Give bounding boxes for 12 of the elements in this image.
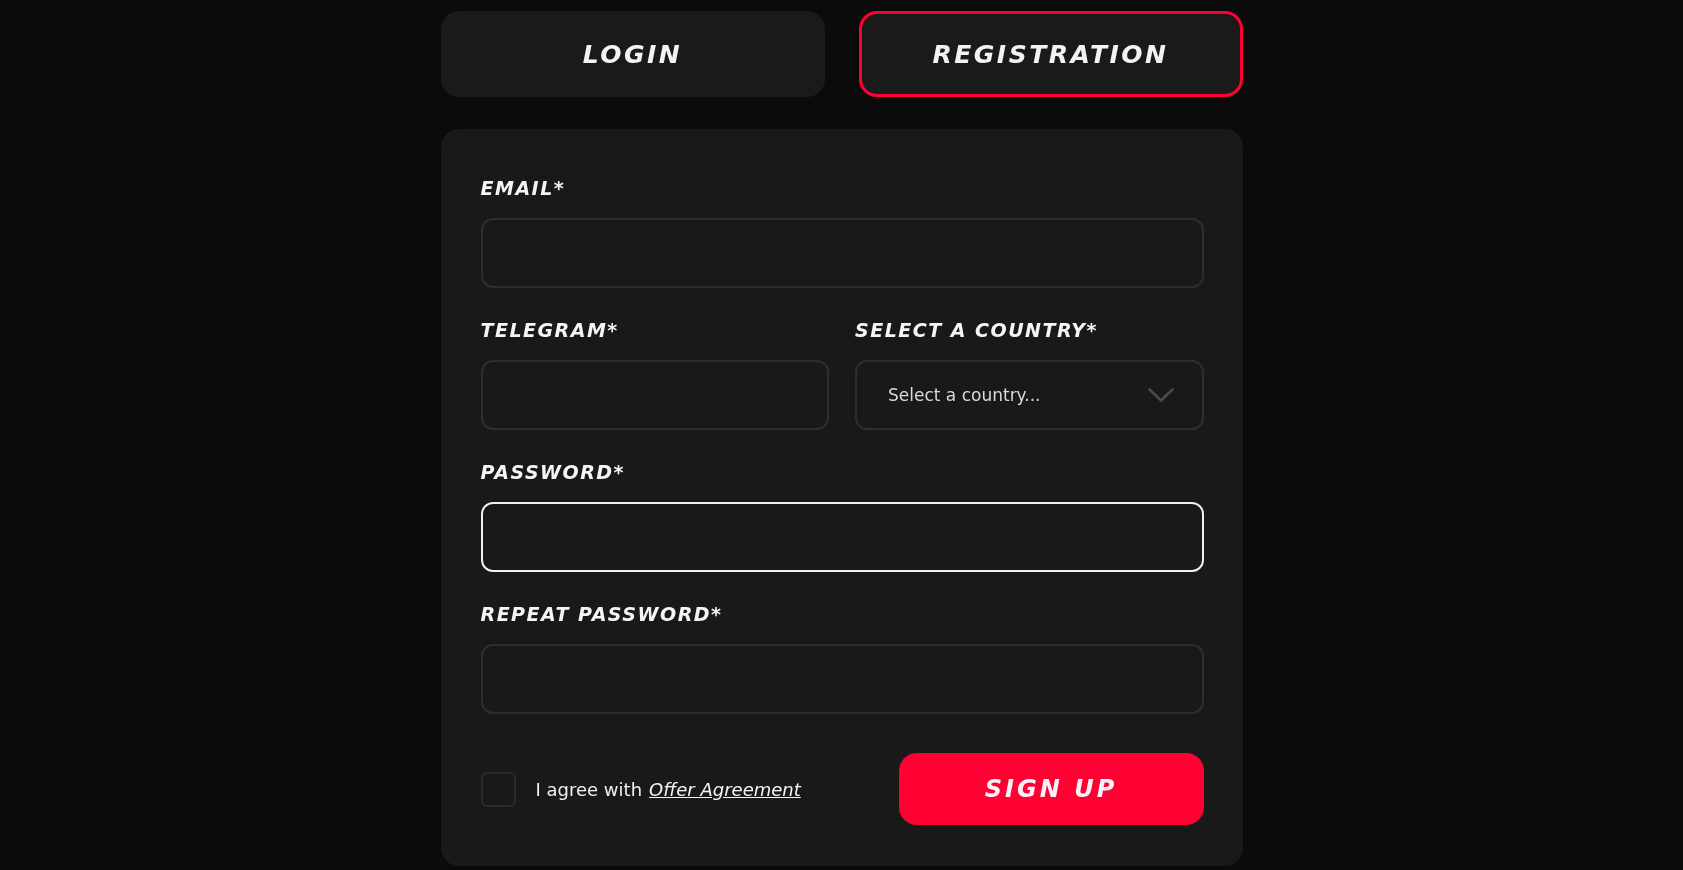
select-field[interactable]: Select a country... — [855, 360, 1204, 430]
tab[interactable]: REGISTRATION — [858, 11, 1243, 97]
agree-label: I agree with — [535, 778, 643, 800]
offer-agreement-link[interactable]: Offer Agreement — [649, 778, 801, 800]
field-label: TELEGRAM* — [480, 318, 619, 342]
sign-up-button[interactable]: SIGN UP — [898, 753, 1204, 825]
field-label: EMAIL* — [480, 176, 566, 200]
chevron-down-icon — [1147, 388, 1174, 402]
field-label: PASSWORD* — [480, 460, 626, 484]
field-label: REPEAT PASSWORD* — [480, 602, 723, 626]
tab[interactable]: LOGIN — [440, 11, 825, 97]
field-label: SELECT A COUNTRY* — [855, 318, 1099, 342]
